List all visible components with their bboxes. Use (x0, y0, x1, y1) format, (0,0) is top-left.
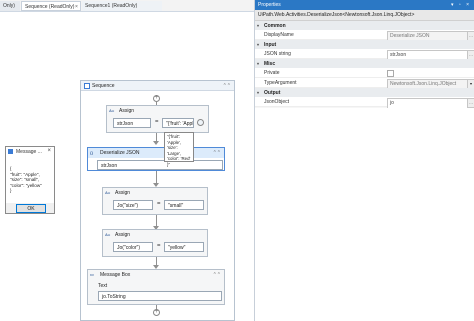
ok-button[interactable]: OK (16, 204, 46, 213)
tooltip-line: 'size': 'Large', (167, 145, 182, 156)
activity-header: A= Assign (103, 188, 207, 198)
tooltip-line: 'color': 'Red' (167, 156, 191, 161)
collapse-triangle-icon[interactable]: ▾ (257, 42, 259, 47)
add-activity-icon[interactable]: + (153, 309, 160, 316)
dialog-title: Message ... (16, 149, 42, 155)
arrow-down-icon (153, 141, 159, 145)
category-input[interactable]: ▾ Input (255, 40, 474, 49)
assign-activity-3[interactable]: A= Assign Jo("color") = "yellow" (102, 229, 208, 257)
tab-label: Only) (3, 3, 15, 9)
add-activity-icon[interactable]: + (153, 95, 160, 102)
panel-controls[interactable]: ▾ ▫ × (451, 2, 471, 8)
close-icon[interactable]: × (47, 148, 51, 154)
property-row-private[interactable]: Private (255, 68, 474, 78)
error-icon (197, 119, 204, 126)
activity-title: Message Box (100, 272, 131, 278)
value-tooltip: "{'fruit': 'Apple', 'size': 'Large', 'co… (164, 132, 194, 167)
assign-to-field[interactable]: Jo("color") (113, 242, 153, 252)
category-misc[interactable]: ▾ Misc (255, 59, 474, 68)
sequence-icon (84, 83, 90, 89)
dialog-title-bar: Message ... × (6, 147, 54, 156)
property-row-displayname[interactable]: DisplayName Deserialize JSON … (255, 30, 474, 42)
equals-sign: = (157, 243, 161, 249)
assign-icon: A= (109, 108, 115, 113)
dialog-body: { "fruit": "Apple", "size": "small", "co… (6, 156, 54, 203)
assign-activity-1[interactable]: A= Assign strJson = "{'fruit': 'Apple' (106, 105, 209, 133)
activity-header: ▭ Message Box ⌃⌃ (88, 270, 224, 280)
assign-value-field[interactable]: "yellow" (164, 242, 204, 252)
activity-header: {} Deserialize JSON ⌃⌃ (88, 148, 224, 158)
ellipsis-button[interactable]: … (467, 98, 474, 108)
collapse-icon[interactable]: ⌃⌃ (213, 272, 221, 278)
tab-label: Sequence (ReadOnly) (25, 4, 75, 10)
property-name: DisplayName (264, 32, 294, 38)
panel-title: Properties (258, 2, 281, 8)
document-tab-bar: Only) Sequence (ReadOnly) × Sequence1 (R… (0, 0, 254, 12)
category-common[interactable]: ▾ Common (255, 21, 474, 30)
collapse-icon[interactable]: ⌃⌃ (223, 83, 231, 89)
assign-icon: A= (105, 190, 111, 195)
close-icon[interactable]: × (75, 4, 78, 10)
activity-title: Assign (115, 190, 131, 196)
app-icon (8, 149, 13, 154)
activity-title: Assign (119, 108, 135, 114)
assign-icon: A= (105, 232, 111, 237)
tab-label: Sequence1 (ReadOnly) (85, 3, 138, 9)
activity-header: A= Assign (103, 230, 207, 240)
message-box-dialog: Message ... × { "fruit": "Apple", "size"… (5, 146, 55, 214)
assign-value-field[interactable]: "{'fruit': 'Apple' (162, 118, 194, 128)
properties-panel: Properties ▾ ▫ × UiPath.Web.Activities.D… (254, 0, 474, 321)
activity-title: Deserialize JSON (100, 150, 140, 156)
message-line: "size": "small", (10, 177, 40, 182)
sequence-container[interactable]: Sequence ⌃⌃ + A= Assign strJson = "{'fru… (80, 80, 235, 321)
property-row-jsonobject[interactable]: JsonObject jo … (255, 97, 474, 109)
property-row-typeargument[interactable]: TypeArgument Newtonsoft.Json.Linq.JObjec… (255, 78, 474, 90)
collapse-icon[interactable]: ⌃⌃ (213, 150, 221, 156)
sequence-header: Sequence ⌃⌃ (81, 81, 234, 91)
collapse-triangle-icon[interactable]: ▾ (257, 23, 259, 28)
properties-empty-area (255, 108, 474, 321)
property-row-json-string[interactable]: JSON string strJson … (255, 49, 474, 61)
tooltip-line: "{'fruit': 'Apple', (167, 134, 182, 145)
assign-value-field[interactable]: "small" (164, 200, 204, 210)
properties-title-bar: Properties ▾ ▫ × (255, 0, 474, 10)
assign-to-field[interactable]: Jo("size") (113, 200, 153, 210)
assign-activity-2[interactable]: A= Assign Jo("size") = "small" (102, 187, 208, 215)
dialog-message: { "fruit": "Apple", "size": "small", "co… (10, 166, 42, 194)
sequence-title: Sequence (92, 83, 115, 89)
property-name: TypeArgument (264, 80, 297, 86)
message-box-icon: ▭ (90, 272, 94, 277)
collapse-triangle-icon[interactable]: ▾ (257, 61, 259, 66)
json-string-input[interactable]: strJson (97, 160, 223, 170)
category-label: Output (264, 90, 281, 96)
tab-sequence-readonly[interactable]: Sequence (ReadOnly) × (21, 1, 81, 11)
activity-header: A= Assign (107, 106, 208, 116)
property-name: Private (264, 70, 280, 76)
message-line: } (10, 188, 12, 193)
tooltip-line: }" (167, 161, 171, 167)
message-text-field[interactable]: jo.ToString (98, 291, 222, 301)
property-name: JsonObject (264, 99, 290, 105)
text-field-label: Text (98, 283, 108, 289)
tab-sequence1-readonly[interactable]: Sequence1 (ReadOnly) (82, 1, 162, 11)
deserialize-json-activity[interactable]: {} Deserialize JSON ⌃⌃ strJson (87, 147, 225, 171)
equals-sign: = (155, 119, 159, 125)
json-icon: {} (90, 150, 94, 155)
private-checkbox[interactable] (387, 70, 394, 77)
property-name: JSON string (264, 51, 291, 57)
message-box-activity[interactable]: ▭ Message Box ⌃⌃ Text jo.ToString (87, 269, 225, 305)
equals-sign: = (157, 201, 161, 207)
activity-title: Assign (115, 232, 131, 238)
collapse-triangle-icon[interactable]: ▾ (257, 90, 259, 95)
category-label: Common (264, 23, 286, 29)
tab-previous[interactable]: Only) (0, 1, 20, 11)
assign-to-field[interactable]: strJson (113, 118, 151, 128)
category-label: Misc (264, 61, 276, 67)
category-output[interactable]: ▾ Output (255, 88, 474, 97)
category-label: Input (264, 42, 277, 48)
activity-type-name: UiPath.Web.Activities.DeserializeJson<Ne… (255, 10, 474, 21)
message-line: "color": "yellow" (10, 182, 42, 188)
